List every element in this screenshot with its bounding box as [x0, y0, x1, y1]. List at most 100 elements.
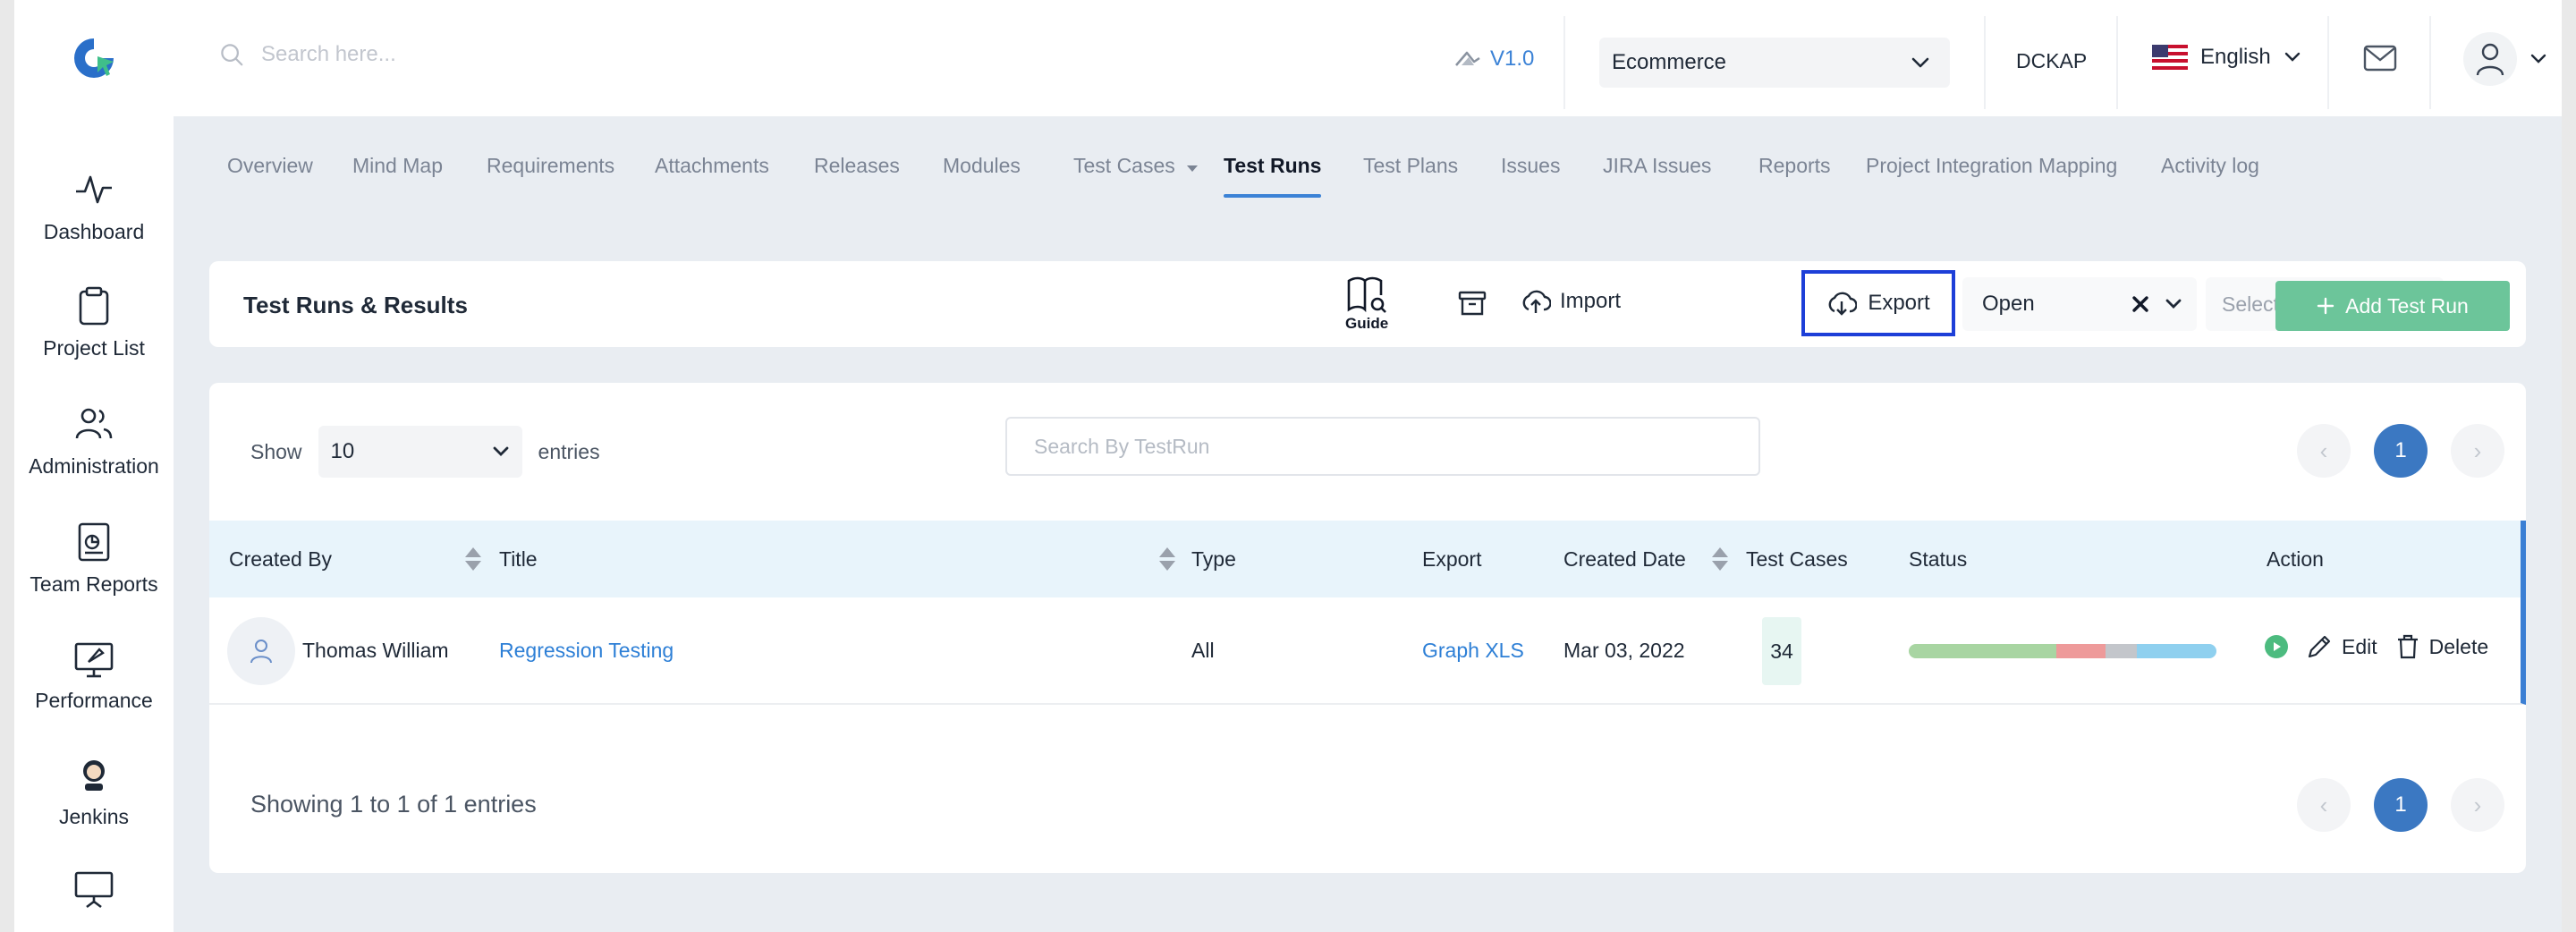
created-date-cell: Mar 03, 2022: [1563, 639, 1685, 662]
language-label: English: [2200, 45, 2271, 69]
sort-title-icon[interactable]: [1159, 547, 1175, 571]
delete-label: Delete: [2428, 634, 2489, 658]
add-test-run-button[interactable]: Add Test Run: [2275, 281, 2510, 331]
status-progress-bar: [1909, 644, 2216, 658]
chevron-down-icon: [2165, 299, 2182, 309]
archive-button[interactable]: [1458, 290, 1487, 321]
export-label: Export: [1868, 291, 1930, 315]
top-header: V1.0 Ecommerce DCKAP English: [14, 0, 2562, 116]
export-button[interactable]: Export: [1801, 270, 1955, 336]
version-link[interactable]: V1.0: [1454, 47, 1534, 72]
sort-created-by-icon[interactable]: [465, 547, 481, 571]
sidebar-item-presentation[interactable]: [14, 868, 174, 911]
mail-button[interactable]: [2363, 45, 2397, 76]
chevron-down-icon: [1911, 57, 1929, 68]
page-size-select[interactable]: 10: [318, 426, 522, 478]
sidebar-item-performance[interactable]: Performance: [14, 637, 174, 713]
tab-test-cases[interactable]: Test Cases: [1073, 154, 1199, 178]
tab-mind-map[interactable]: Mind Map: [352, 154, 443, 178]
tab-releases[interactable]: Releases: [814, 154, 900, 178]
cloud-upload-icon: [1522, 290, 1551, 313]
testrun-search-input[interactable]: [1005, 417, 1760, 476]
column-test-cases: Test Cases: [1746, 547, 1848, 572]
archive-icon: [1458, 291, 1487, 316]
prev-page-button[interactable]: ‹: [2297, 424, 2351, 478]
tab-attachments[interactable]: Attachments: [655, 154, 769, 178]
play-icon: [2274, 642, 2281, 651]
export-graph-xls-link[interactable]: Graph XLS: [1422, 639, 1524, 663]
import-button[interactable]: Import: [1521, 288, 1621, 315]
org-label[interactable]: DCKAP: [2016, 49, 2087, 73]
clear-icon[interactable]: [2131, 294, 2150, 314]
header-divider: [2429, 16, 2431, 109]
pagination-summary: Showing 1 to 1 of 1 entries: [250, 791, 537, 818]
guide-button[interactable]: Guide: [1345, 275, 1388, 333]
prev-page-button[interactable]: ‹: [2297, 778, 2351, 832]
cloud-download-icon: [1828, 292, 1858, 316]
tab-issues[interactable]: Issues: [1501, 154, 1560, 178]
sidebar-item-dashboard[interactable]: Dashboard: [14, 168, 174, 244]
title-link[interactable]: Regression Testing: [499, 639, 674, 663]
rocket-icon: [74, 642, 114, 678]
status-segment: [1909, 644, 2057, 658]
column-created-date[interactable]: Created Date: [1563, 547, 1686, 572]
page-button[interactable]: 1: [2374, 778, 2428, 832]
next-page-button[interactable]: ›: [2451, 424, 2504, 478]
project-select[interactable]: Ecommerce: [1599, 38, 1950, 88]
plus-icon: [2317, 297, 2334, 315]
table-row: Thomas William Regression Testing All Gr…: [209, 597, 2526, 705]
search-icon: [221, 44, 243, 66]
presentation-icon: [74, 871, 114, 909]
sidebar-item-project-list[interactable]: Project List: [14, 284, 174, 360]
test-runs-table-card: Show 10 entries ‹ 1 › Created By Title: [209, 383, 2526, 873]
sort-created-date-icon[interactable]: [1712, 547, 1728, 571]
chevron-down-icon: [2530, 54, 2546, 64]
tab-requirements[interactable]: Requirements: [487, 154, 614, 178]
chevron-down-icon: [493, 446, 508, 456]
tab-test-runs[interactable]: Test Runs: [1224, 154, 1322, 198]
sidebar-item-jenkins[interactable]: Jenkins: [14, 753, 174, 829]
column-title[interactable]: Title: [499, 547, 538, 572]
page-size-control: Show 10 entries: [250, 426, 600, 478]
tab-project-integration-mapping[interactable]: Project Integration Mapping: [1866, 154, 2117, 178]
status-filter-value: Open: [1982, 292, 2035, 316]
column-status: Status: [1909, 547, 1967, 572]
column-label: Created By: [229, 547, 333, 571]
run-button[interactable]: [2265, 635, 2288, 658]
header-divider: [1984, 16, 1986, 109]
test-runs-toolbar: Test Runs & Results Guide Import Export …: [209, 261, 2526, 347]
tab-overview[interactable]: Overview: [227, 154, 313, 178]
column-label: Type: [1191, 547, 1236, 571]
page-button[interactable]: 1: [2374, 424, 2428, 478]
test-cases-count: 34: [1762, 617, 1801, 685]
delete-button[interactable]: Delete: [2395, 633, 2488, 660]
tab-activity-log[interactable]: Activity log: [2161, 154, 2259, 178]
tab-reports[interactable]: Reports: [1758, 154, 1831, 178]
user-menu[interactable]: [2463, 32, 2547, 86]
language-select[interactable]: English: [2152, 45, 2301, 70]
header-divider: [2327, 16, 2329, 109]
tab-jira-issues[interactable]: JIRA Issues: [1603, 154, 1711, 178]
tab-modules[interactable]: Modules: [943, 154, 1021, 178]
status-filter-select[interactable]: Open: [1962, 277, 2197, 331]
add-test-run-label: Add Test Run: [2345, 293, 2469, 318]
tab-label: Test Cases: [1073, 154, 1175, 177]
app-window: V1.0 Ecommerce DCKAP English: [14, 0, 2562, 932]
report-icon: [78, 522, 110, 562]
sidebar-item-administration[interactable]: Administration: [14, 402, 174, 479]
column-created-by[interactable]: Created By: [229, 547, 332, 572]
column-label: Title: [499, 547, 538, 571]
edit-button[interactable]: Edit: [2306, 633, 2377, 660]
column-label: Action: [2267, 547, 2324, 571]
header-divider: [2116, 16, 2118, 109]
show-label: Show: [250, 439, 302, 463]
sidebar-item-label: Administration: [29, 454, 159, 478]
global-search[interactable]: [218, 41, 708, 68]
app-logo[interactable]: [14, 0, 174, 116]
sidebar-item-team-reports[interactable]: Team Reports: [14, 521, 174, 597]
status-segment: [2106, 644, 2137, 658]
global-search-input[interactable]: [261, 42, 708, 67]
pagination-top: ‹ 1 ›: [2297, 424, 2504, 478]
next-page-button[interactable]: ›: [2451, 778, 2504, 832]
tab-test-plans[interactable]: Test Plans: [1363, 154, 1458, 178]
